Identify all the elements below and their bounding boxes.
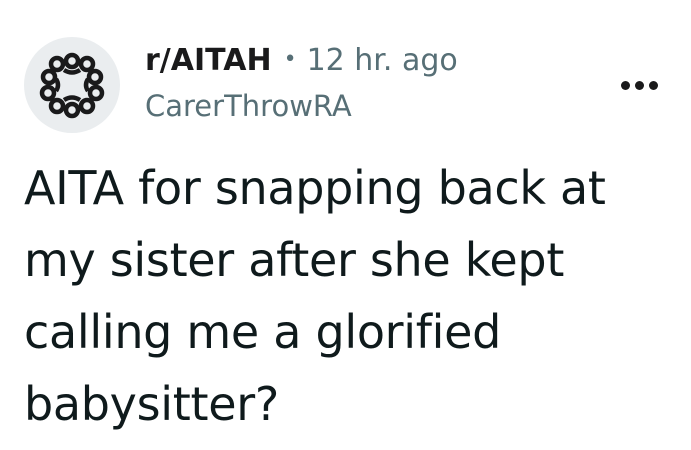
post-header: r/AITAH • 12 hr. ago CarerThrowRA [24,37,667,133]
more-options-icon-dot [648,80,658,90]
post-title[interactable]: AITA for snapping back at my sister afte… [24,152,664,440]
subreddit-community-icon [39,52,105,119]
post-meta-line: r/AITAH • 12 hr. ago [145,43,458,87]
meta-separator: • [283,47,297,72]
author-username[interactable]: CarerThrowRA [145,89,458,123]
more-options-icon-dot [634,80,644,90]
more-options-icon [620,80,630,90]
subreddit-link[interactable]: r/AITAH [145,43,272,78]
subreddit-avatar[interactable] [24,37,120,133]
post-timestamp: 12 hr. ago [306,43,458,78]
more-options-button[interactable] [611,65,667,105]
post-meta: r/AITAH • 12 hr. ago CarerThrowRA [145,43,458,123]
